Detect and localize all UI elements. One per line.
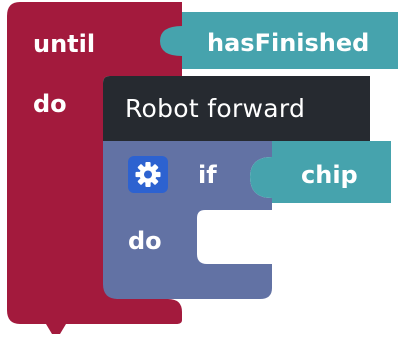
- if-keyword: if: [198, 161, 217, 189]
- if-do-keyword: do: [128, 227, 162, 255]
- robot-forward-block[interactable]: Robot forward: [103, 76, 370, 141]
- blocks-workspace: until do hasFinished Robot forward if do: [7, 2, 398, 334]
- hasfinished-value-block[interactable]: hasFinished: [160, 12, 398, 69]
- mutator-gear-button[interactable]: [128, 156, 168, 193]
- do-keyword: do: [33, 90, 67, 118]
- chip-label: chip: [301, 161, 358, 189]
- hasfinished-label: hasFinished: [207, 29, 369, 57]
- if-block[interactable]: if do: [103, 141, 272, 299]
- gear-icon: [135, 162, 161, 187]
- robot-forward-label: Robot forward: [125, 94, 305, 123]
- until-keyword: until: [33, 30, 95, 58]
